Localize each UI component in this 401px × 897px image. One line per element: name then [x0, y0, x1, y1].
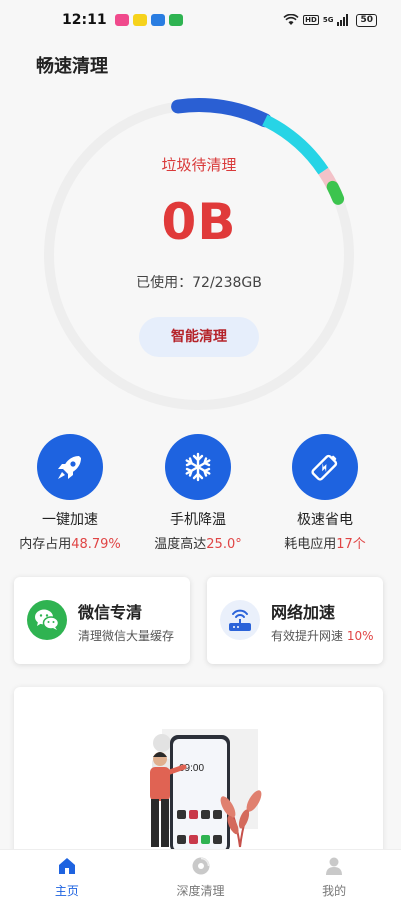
storage-used-value: 72/238GB — [192, 275, 262, 291]
signal-icon — [337, 14, 349, 26]
network-type: 5G — [322, 16, 334, 24]
feature-sub-label: 耗电应用 — [284, 537, 337, 552]
wechat-clean-card[interactable]: 微信专清 清理微信大量缓存 — [14, 577, 190, 664]
rocket-icon[interactable] — [37, 434, 103, 500]
gauge-ring — [44, 98, 354, 410]
status-time: 12:11 — [62, 12, 107, 28]
gauge-segment — [171, 98, 272, 128]
feature-name: 手机降温 — [170, 512, 226, 528]
storage-used-label: 已使用： — [136, 275, 193, 291]
phone-illustration: 09:00 — [150, 729, 262, 853]
user-icon[interactable] — [324, 856, 344, 876]
home-icon[interactable] — [57, 856, 77, 876]
promo-banner[interactable]: 09:00 — [14, 687, 383, 857]
junk-size: 0B — [161, 193, 237, 251]
status-indicators: HD 5G 50 — [283, 13, 377, 27]
nav-profile[interactable]: 我的 — [267, 850, 401, 897]
nav-label: 主页 — [54, 884, 79, 897]
feature-sub-value: 48.79% — [71, 537, 121, 552]
feature-sub-value: 17个 — [336, 537, 366, 552]
card-desc: 有效提升网速 10% — [271, 627, 374, 644]
power-save-feature[interactable]: 极速省电 耗电应用17个 — [258, 434, 392, 552]
junk-label: 垃圾待清理 — [161, 156, 237, 174]
battery-icon[interactable] — [292, 434, 358, 500]
nav-deep-clean[interactable]: 深度清理 — [134, 850, 268, 897]
router-icon — [220, 600, 260, 640]
status-bar: 12:11 HD 5G 50 — [0, 0, 401, 40]
feature-name: 一键加速 — [42, 512, 98, 528]
wechat-icon — [27, 600, 67, 640]
bottom-navigation: 主页 深度清理 我的 — [0, 849, 401, 897]
feature-sub: 内存占用48.79% — [3, 533, 137, 552]
snowflake-icon[interactable] — [165, 434, 231, 500]
battery-indicator: 50 — [356, 13, 377, 27]
alipay-notification-icon — [150, 14, 165, 26]
feature-name: 极速省电 — [297, 512, 353, 528]
card-desc-value: 10% — [346, 629, 374, 643]
storage-used: 已使用：72/238GB — [41, 272, 357, 292]
wifi-icon — [283, 14, 299, 25]
hd-icon: HD — [303, 15, 319, 25]
feature-sub: 耗电应用17个 — [258, 533, 392, 552]
nav-label: 深度清理 — [176, 884, 225, 897]
feature-sub-value: 25.0° — [206, 537, 242, 552]
wechat-notification-icon — [168, 14, 183, 26]
feature-sub-label: 内存占用 — [19, 537, 72, 552]
feature-sub: 温度高达25.0° — [131, 533, 265, 552]
smart-clean-button[interactable]: 智能清理 — [139, 317, 259, 357]
app-notification-icon — [132, 14, 147, 26]
app-title: 畅速清理 — [36, 56, 108, 77]
notification-icons — [114, 14, 183, 26]
card-title: 微信专清 — [78, 603, 143, 622]
card-desc: 清理微信大量缓存 — [78, 627, 174, 644]
card-desc-label: 清理微信大量缓存 — [78, 629, 175, 643]
feature-row: 一键加速 内存占用48.79% 手机降温 温度高达25.0° 极速省电 耗电应用… — [0, 434, 401, 554]
network-boost-card[interactable]: 网络加速 有效提升网速 10% — [207, 577, 383, 664]
boost-feature[interactable]: 一键加速 内存占用48.79% — [3, 434, 137, 552]
app-notification-icon — [114, 14, 129, 26]
nav-home[interactable]: 主页 — [0, 850, 134, 897]
disc-icon[interactable] — [191, 856, 211, 876]
feature-sub-label: 温度高达 — [154, 537, 207, 552]
nav-label: 我的 — [322, 884, 347, 897]
storage-gauge: 垃圾待清理 0B 已使用：72/238GB 智能清理 — [41, 97, 357, 413]
card-title: 网络加速 — [271, 603, 336, 622]
cooling-feature[interactable]: 手机降温 温度高达25.0° — [131, 434, 265, 552]
card-desc-label: 有效提升网速 — [271, 629, 347, 643]
